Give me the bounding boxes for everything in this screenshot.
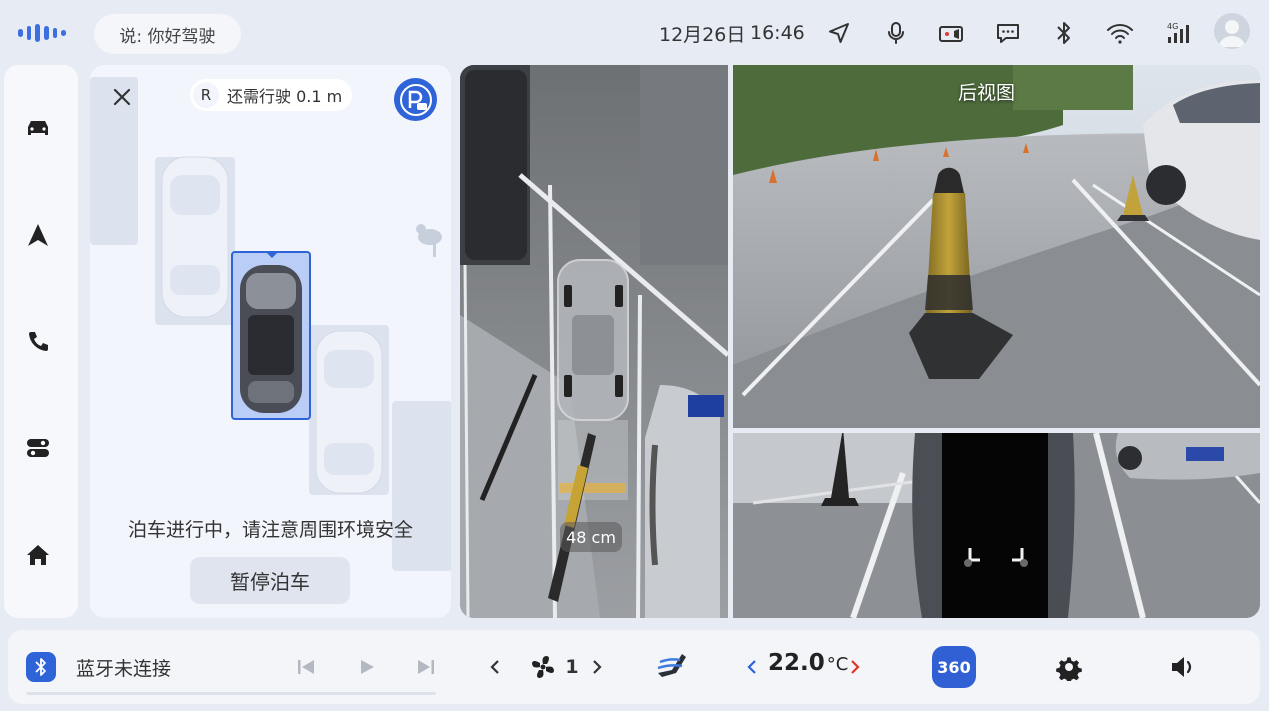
- chevron-left-icon: [490, 660, 499, 674]
- view-360-button[interactable]: 360: [932, 646, 976, 688]
- pause-parking-button[interactable]: 暂停泊车: [190, 557, 350, 604]
- dashcam-icon[interactable]: [934, 16, 968, 50]
- phone-icon[interactable]: [18, 322, 58, 362]
- play-button[interactable]: [353, 648, 381, 686]
- close-button[interactable]: [104, 79, 140, 115]
- fan-increase-button[interactable]: [586, 648, 608, 686]
- skip-next-icon: [418, 660, 434, 674]
- skip-previous-icon: [298, 660, 314, 674]
- toggles-icon[interactable]: [18, 428, 58, 468]
- parked-car: [315, 330, 383, 494]
- navigation-arrow-icon[interactable]: [822, 16, 856, 50]
- remaining-distance-label: 还需行驶 0.1 m: [227, 87, 343, 106]
- parked-car: [161, 156, 229, 318]
- volume-button[interactable]: [1166, 648, 1200, 686]
- ego-car: [231, 251, 311, 420]
- seat-airflow-icon: [657, 654, 686, 677]
- speaker-icon: [1172, 657, 1192, 677]
- settings-button[interactable]: [1052, 648, 1086, 686]
- status-time: 16:46: [750, 22, 805, 44]
- media-progress-bar[interactable]: [26, 692, 436, 695]
- wifi-icon[interactable]: [1103, 16, 1137, 50]
- seat-airflow-button[interactable]: [655, 648, 695, 686]
- temperature-display: 22.0 °C: [768, 650, 848, 676]
- home-icon[interactable]: [18, 535, 58, 575]
- bluetooth-status-text: 蓝牙未连接: [76, 658, 172, 680]
- status-date: 12月26日: [659, 23, 746, 46]
- parking-status-message: 泊车进行中，请注意周围环境安全: [127, 519, 413, 541]
- front-bumper-camera[interactable]: [942, 433, 1048, 618]
- svg-text:4G: 4G: [1167, 22, 1178, 31]
- previous-track-button[interactable]: [292, 648, 320, 686]
- obstacle-distance-label: 48 cm: [560, 522, 622, 552]
- next-track-button[interactable]: [412, 648, 440, 686]
- chevron-left-icon: [747, 660, 756, 674]
- rear-view-camera[interactable]: [733, 65, 1260, 428]
- message-icon[interactable]: [991, 16, 1025, 50]
- voice-prompt-pill[interactable]: 说: 你好驾驶: [94, 14, 241, 54]
- cellular-4g-icon[interactable]: 4G: [1160, 16, 1194, 50]
- fan-level: 1: [565, 656, 579, 678]
- temp-increase-button[interactable]: [845, 648, 865, 686]
- voice-assistant-logo[interactable]: [18, 24, 67, 42]
- user-avatar[interactable]: [1214, 13, 1250, 49]
- fan-icon: [528, 648, 558, 686]
- parking-icon: [399, 83, 432, 116]
- microphone-icon[interactable]: [879, 16, 913, 50]
- gear-indicator: R: [193, 82, 219, 108]
- right-side-camera[interactable]: [1048, 433, 1260, 618]
- fan-decrease-button[interactable]: [484, 648, 506, 686]
- rear-view-label: 后视图: [958, 82, 1016, 104]
- pedestrian-marker: [416, 224, 442, 257]
- bluetooth-icon[interactable]: [1047, 16, 1081, 50]
- gear-icon: [1056, 657, 1082, 681]
- bluetooth-badge[interactable]: [26, 652, 56, 682]
- bluetooth-icon: [35, 658, 46, 676]
- chevron-right-icon: [851, 660, 860, 674]
- temperature-value: 22.0: [768, 650, 825, 676]
- remaining-distance-pill: R 还需行驶 0.1 m: [190, 79, 352, 111]
- temp-decrease-button[interactable]: [742, 648, 762, 686]
- left-side-camera[interactable]: [733, 433, 942, 618]
- parking-mode-button[interactable]: [394, 78, 437, 121]
- chevron-right-icon: [593, 660, 602, 674]
- navigation-icon[interactable]: [18, 215, 58, 255]
- play-icon: [361, 660, 374, 674]
- car-icon[interactable]: [18, 108, 58, 148]
